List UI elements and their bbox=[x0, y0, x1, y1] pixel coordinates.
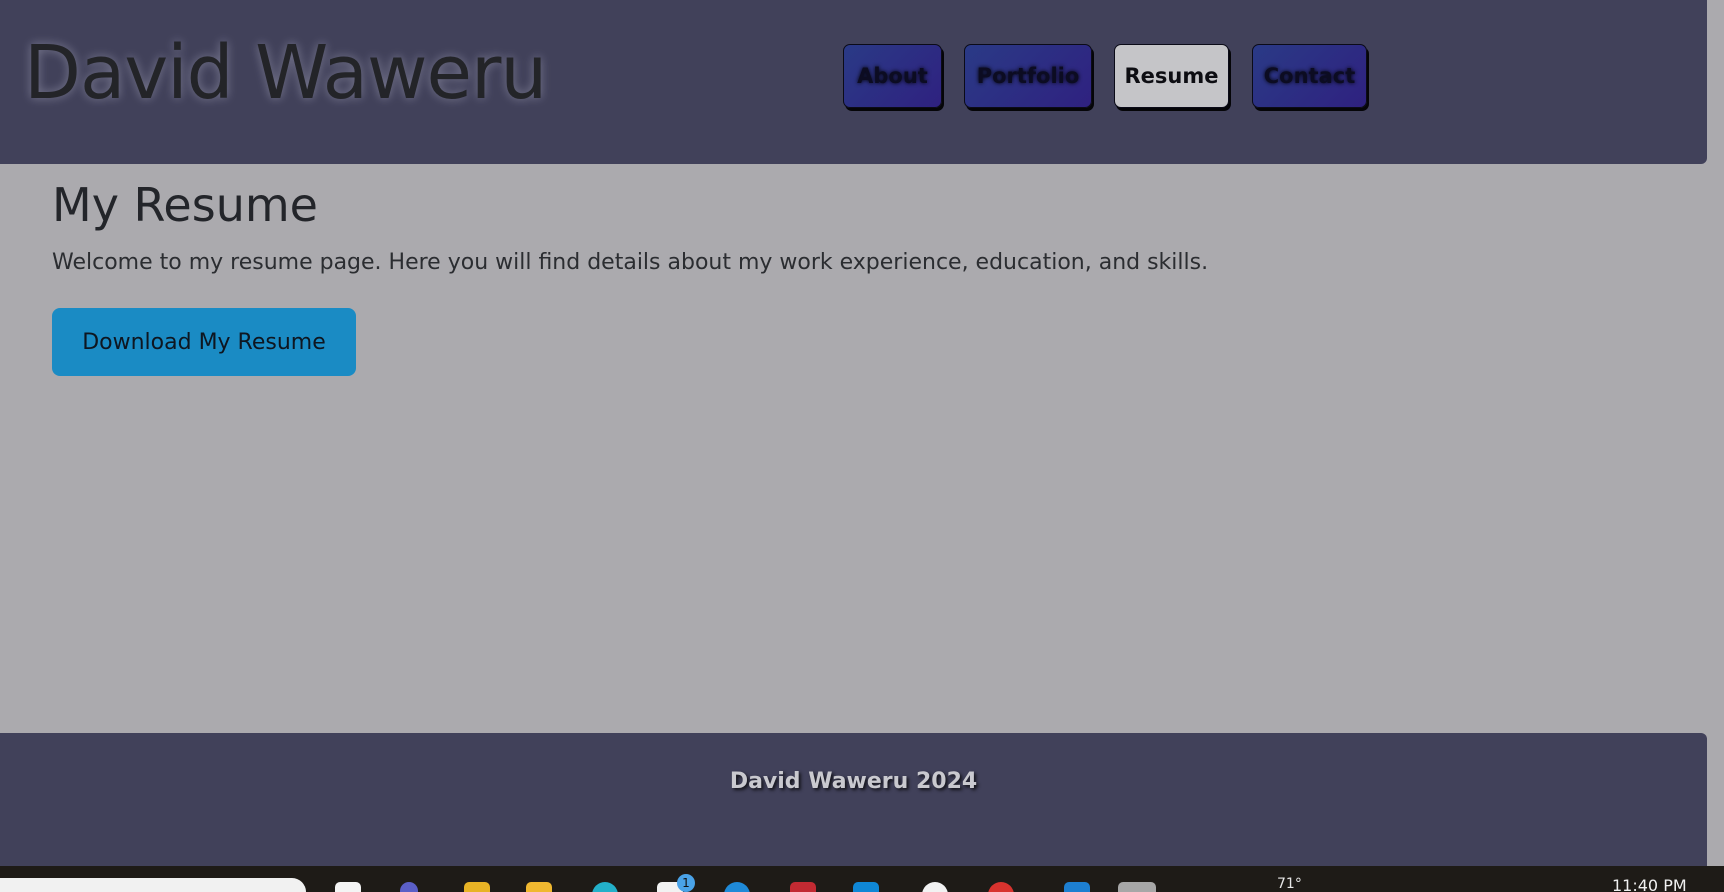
mail-icon[interactable]: 1 bbox=[657, 874, 695, 892]
nav-resume-button[interactable]: Resume bbox=[1114, 44, 1229, 108]
os-taskbar: 1 71° 11:40 PM bbox=[0, 866, 1724, 892]
nav-portfolio-button[interactable]: Portfolio bbox=[964, 44, 1092, 108]
site-header: David Waweru About Portfolio Resume Cont… bbox=[0, 0, 1707, 164]
download-resume-button[interactable]: Download My Resume bbox=[52, 308, 356, 376]
weather-temperature[interactable]: 71° bbox=[1277, 876, 1302, 892]
window-thumbnail-icon[interactable] bbox=[1118, 882, 1156, 892]
taskbar-search-box[interactable] bbox=[0, 878, 306, 892]
notification-badge: 1 bbox=[677, 874, 695, 892]
taskbar-clock[interactable]: 11:40 PM bbox=[1612, 876, 1687, 892]
store-icon[interactable] bbox=[853, 882, 879, 892]
nav-contact-button[interactable]: Contact bbox=[1252, 44, 1367, 108]
edge-browser-icon[interactable] bbox=[592, 882, 618, 892]
gmail-icon[interactable] bbox=[790, 882, 816, 892]
chrome-icon[interactable] bbox=[724, 882, 750, 892]
page-scrollbar[interactable] bbox=[1707, 0, 1724, 866]
notes-icon[interactable] bbox=[464, 882, 490, 892]
site-title: David Waweru bbox=[24, 30, 547, 116]
main-content: My Resume Welcome to my resume page. Her… bbox=[52, 178, 1208, 376]
site-footer: David Waweru 2024 bbox=[0, 733, 1707, 866]
page-heading: My Resume bbox=[52, 178, 318, 232]
file-explorer-icon[interactable] bbox=[526, 882, 552, 892]
recording-app-icon[interactable] bbox=[988, 882, 1014, 892]
nav-about-button[interactable]: About bbox=[843, 44, 942, 108]
vscode-icon[interactable] bbox=[1064, 882, 1090, 892]
footer-text: David Waweru 2024 bbox=[729, 769, 978, 794]
app-icon-green[interactable] bbox=[922, 882, 948, 892]
intro-text: Welcome to my resume page. Here you will… bbox=[52, 250, 1209, 275]
taskbar-app-icon[interactable] bbox=[335, 882, 361, 892]
teams-icon[interactable] bbox=[400, 882, 418, 892]
